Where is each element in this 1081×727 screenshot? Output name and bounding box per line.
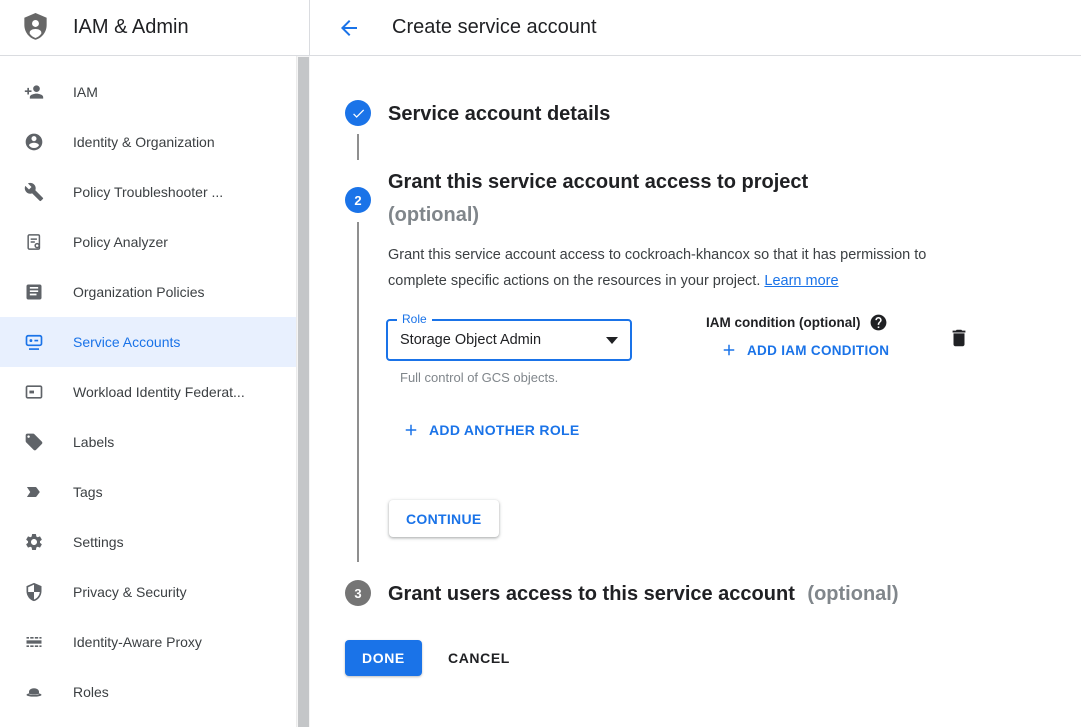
sidebar-item-label: Identity-Aware Proxy: [73, 634, 202, 650]
step2-number: 2: [354, 193, 361, 208]
continue-button[interactable]: CONTINUE: [389, 500, 499, 537]
sidebar-item-label: Tags: [73, 484, 103, 500]
step3-optional-label: (optional): [807, 583, 898, 605]
page-title: Create service account: [392, 16, 597, 39]
sidebar-item-privacy-security[interactable]: Privacy & Security: [0, 567, 296, 617]
step3-number: 3: [354, 586, 361, 601]
create-service-account-form: Service account details 2 Grant this ser…: [310, 56, 1081, 727]
sidebar-item-service-accounts[interactable]: Service Accounts: [0, 317, 296, 367]
add-iam-condition-label: ADD IAM CONDITION: [747, 343, 889, 358]
product-header: IAM & Admin: [0, 0, 310, 55]
dropdown-caret-icon: [606, 337, 618, 344]
sidebar-item-label: Labels: [73, 434, 114, 450]
sidebar-item-roles[interactable]: Roles: [0, 667, 296, 717]
sidebar-item-label: Roles: [73, 684, 109, 700]
document-icon: [24, 282, 44, 302]
page-header: Create service account: [310, 0, 1081, 55]
delete-role-trash-icon[interactable]: [948, 326, 970, 350]
sidebar-scrollbar-track: [296, 56, 310, 727]
help-icon[interactable]: [869, 313, 888, 332]
role-selected-value: Storage Object Admin: [400, 332, 606, 348]
step-connector-line: [357, 222, 359, 562]
sidebar-item-label: Policy Analyzer: [73, 234, 168, 250]
sidebar-item-policy-troubleshooter[interactable]: Policy Troubleshooter ...: [0, 167, 296, 217]
step2-description-text: Grant this service account access to coc…: [388, 247, 926, 289]
done-button[interactable]: DONE: [345, 640, 422, 676]
sidebar-item-label: Service Accounts: [73, 334, 180, 350]
plus-icon: [402, 421, 420, 439]
person-add-icon: [24, 82, 44, 102]
tag-icon: [24, 482, 44, 502]
step2-title-text: Grant this service account access to pro…: [388, 171, 808, 193]
cancel-button[interactable]: CANCEL: [432, 640, 526, 676]
sidebar-item-label: Organization Policies: [73, 284, 205, 300]
step1-title: Service account details: [388, 98, 610, 131]
sidebar-item-identity-organization[interactable]: Identity & Organization: [0, 117, 296, 167]
wrench-icon: [24, 182, 44, 202]
sidebar-scrollbar-thumb[interactable]: [298, 57, 309, 727]
plus-icon: [720, 341, 738, 359]
account-circle-icon: [24, 132, 44, 152]
role-helper-text: Full control of GCS objects.: [400, 370, 558, 385]
sidebar-item-label: IAM: [73, 84, 98, 100]
role-field-label: Role: [397, 312, 432, 326]
step2-optional-label: (optional): [388, 199, 928, 232]
sidebar-item-organization-policies[interactable]: Organization Policies: [0, 267, 296, 317]
sidebar-item-settings[interactable]: Settings: [0, 517, 296, 567]
add-another-role-button[interactable]: ADD ANOTHER ROLE: [402, 421, 580, 439]
sidebar-item-label: Settings: [73, 534, 124, 550]
sidebar-item-labels[interactable]: Labels: [0, 417, 296, 467]
step3-title: Grant users access to this service accou…: [388, 578, 899, 611]
sidebar-nav: IAM Identity & Organization Policy Troub…: [0, 56, 296, 727]
label-icon: [24, 432, 44, 452]
top-app-bar: IAM & Admin Create service account: [0, 0, 1081, 56]
iam-condition-section: IAM condition (optional): [706, 313, 888, 332]
step2-title: Grant this service account access to pro…: [388, 166, 928, 232]
sidebar-item-tags[interactable]: Tags: [0, 467, 296, 517]
sidebar-item-label: Policy Troubleshooter ...: [73, 184, 223, 200]
sidebar-item-policy-analyzer[interactable]: Policy Analyzer: [0, 217, 296, 267]
step2-description: Grant this service account access to coc…: [388, 242, 988, 294]
add-iam-condition-button[interactable]: ADD IAM CONDITION: [720, 341, 889, 359]
iam-condition-label: IAM condition (optional): [706, 315, 860, 330]
gear-icon: [24, 532, 44, 552]
step1-completed-check-icon: [345, 100, 371, 126]
add-another-role-label: ADD ANOTHER ROLE: [429, 422, 580, 438]
sidebar-item-label: Identity & Organization: [73, 134, 215, 150]
learn-more-link[interactable]: Learn more: [764, 273, 838, 289]
sidebar-item-workload-identity-federation[interactable]: Workload Identity Federat...: [0, 367, 296, 417]
step3-number-badge: 3: [345, 580, 371, 606]
step-connector-line: [357, 134, 359, 160]
back-arrow-icon[interactable]: [337, 16, 361, 40]
step3-title-text: Grant users access to this service accou…: [388, 583, 795, 605]
proxy-icon: [24, 632, 44, 652]
policy-analyzer-icon: [24, 232, 44, 252]
step2-number-badge: 2: [345, 187, 371, 213]
service-account-icon: [24, 332, 44, 352]
roles-hat-icon: [24, 682, 44, 702]
sidebar-item-identity-aware-proxy[interactable]: Identity-Aware Proxy: [0, 617, 296, 667]
sidebar-item-label: Privacy & Security: [73, 584, 187, 600]
iam-shield-icon: [22, 13, 49, 42]
id-card-icon: [24, 382, 44, 402]
shield-icon: [24, 582, 44, 602]
sidebar-item-label: Workload Identity Federat...: [73, 384, 245, 400]
product-name: IAM & Admin: [73, 16, 189, 39]
role-select[interactable]: Role Storage Object Admin: [386, 319, 632, 361]
sidebar-item-iam[interactable]: IAM: [0, 67, 296, 117]
